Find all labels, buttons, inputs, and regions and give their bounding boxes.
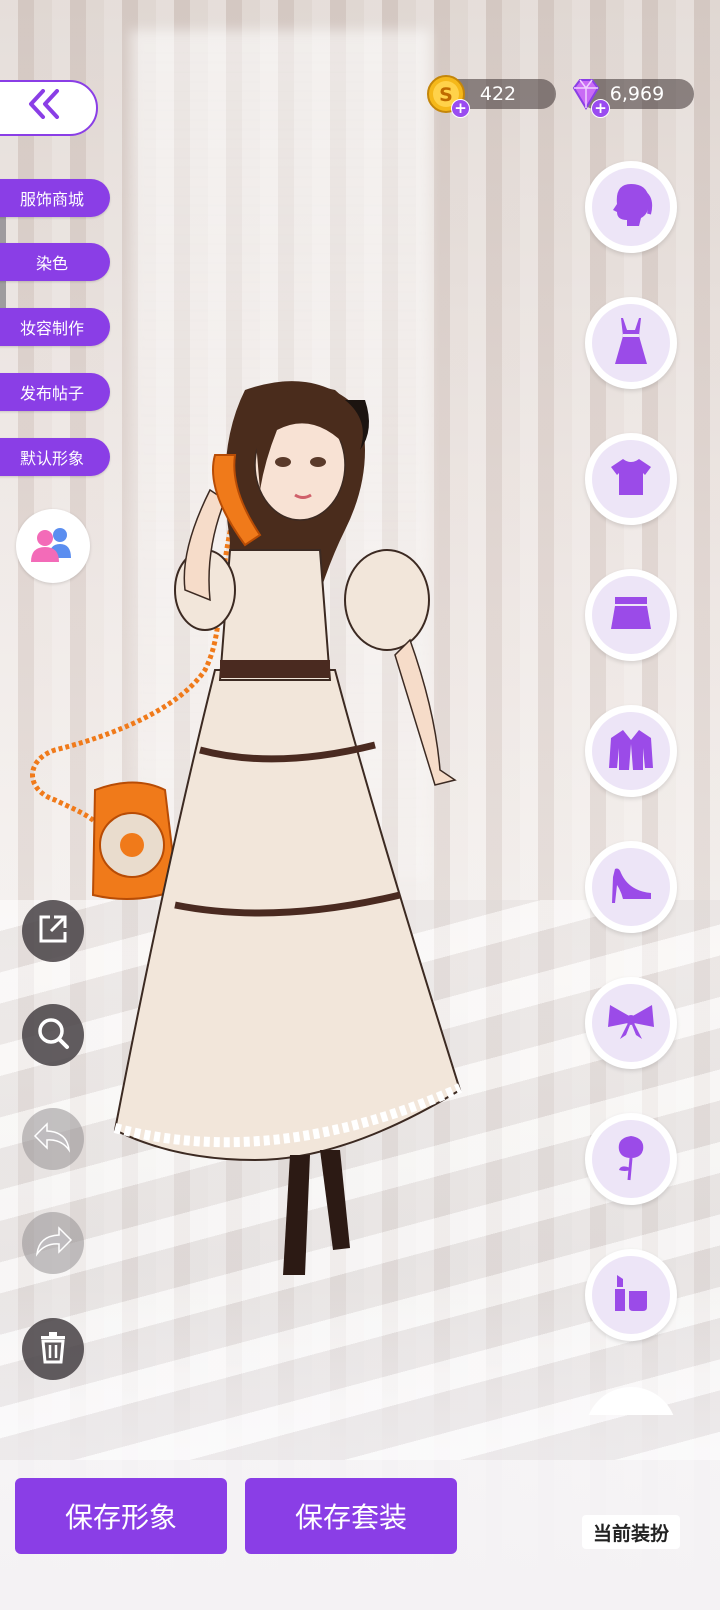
category-makeup[interactable]	[585, 1249, 677, 1341]
coin-count: 422	[479, 83, 517, 105]
gem-icon: +	[566, 74, 610, 118]
menu-shop[interactable]: 服饰商城	[0, 179, 110, 217]
menu-dye[interactable]: 染色	[0, 243, 110, 281]
gem-count: 6,969	[609, 83, 665, 105]
current-outfit-label: 当前装扮	[592, 1522, 669, 1545]
shoe-icon	[607, 865, 655, 909]
category-jacket[interactable]	[585, 705, 677, 797]
delete-button[interactable]	[22, 1318, 84, 1380]
menu-makeup-label: 妆容制作	[19, 319, 84, 338]
menu-shop-label: 服饰商城	[19, 190, 84, 209]
dress-icon	[611, 316, 651, 370]
trash-icon	[38, 1330, 68, 1368]
add-coins-icon[interactable]: +	[451, 99, 470, 118]
skirt-icon	[609, 593, 653, 637]
menu-makeup[interactable]: 妆容制作	[0, 308, 110, 346]
top-icon	[609, 455, 653, 503]
character-avatar[interactable]	[15, 370, 485, 1290]
category-skirt[interactable]	[585, 569, 677, 661]
rotary-phone	[91, 781, 179, 900]
category-dress[interactable]	[585, 297, 677, 389]
svg-text:S: S	[439, 84, 453, 106]
back-button[interactable]	[0, 80, 98, 136]
category-shoes[interactable]	[585, 841, 677, 933]
rose-icon	[611, 1132, 651, 1186]
menu-dye-label: 染色	[35, 254, 68, 273]
hair-icon	[609, 180, 653, 234]
makeup-icon	[609, 1271, 653, 1319]
coin-balance[interactable]: S + 422	[427, 75, 556, 118]
add-gems-icon[interactable]: +	[591, 99, 610, 118]
category-handheld[interactable]	[585, 1113, 677, 1205]
save-look-button[interactable]: 保存形象	[15, 1478, 227, 1554]
coin-icon: S +	[426, 74, 470, 118]
category-more[interactable]	[585, 1387, 677, 1415]
double-chevron-left-icon	[27, 88, 61, 128]
category-hair[interactable]	[585, 161, 677, 253]
save-outfit-button[interactable]: 保存套装	[245, 1478, 457, 1554]
save-outfit-label: 保存套装	[294, 1501, 407, 1534]
current-outfit-button[interactable]: 当前装扮	[582, 1515, 680, 1549]
category-top[interactable]	[585, 433, 677, 525]
save-look-label: 保存形象	[64, 1501, 177, 1534]
bow-accessory-icon	[606, 1001, 656, 1045]
category-accessories[interactable]	[585, 977, 677, 1069]
gem-balance[interactable]: + 6,969	[572, 79, 694, 118]
jacket-icon	[607, 726, 655, 776]
